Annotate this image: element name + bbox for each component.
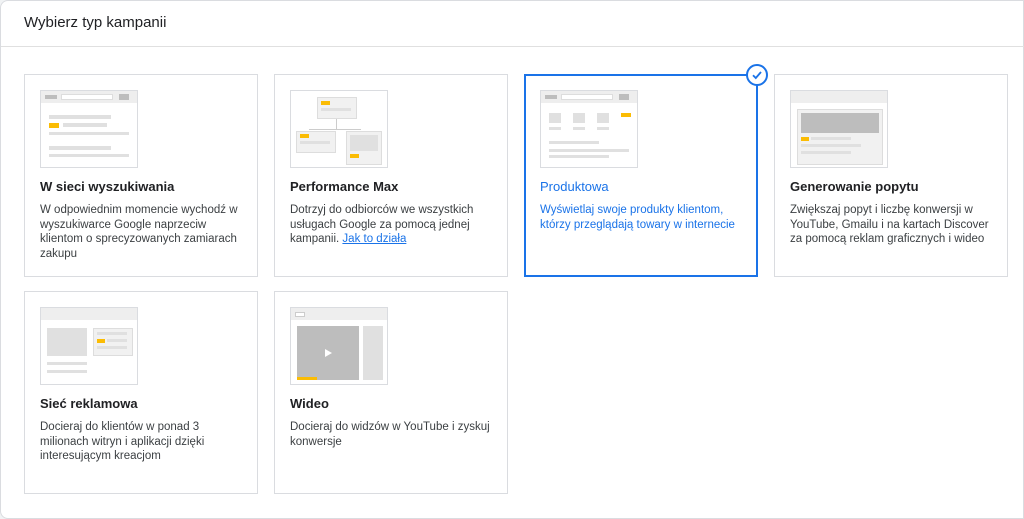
- campaign-card-demand-gen[interactable]: Generowanie popytu Zwiększaj popyt i lic…: [774, 74, 1008, 277]
- campaign-card-video[interactable]: Wideo Docieraj do widzów w YouTube i zys…: [274, 291, 508, 494]
- card-title: Sieć reklamowa: [40, 396, 138, 411]
- display-thumbnail: [40, 307, 138, 385]
- card-title: Performance Max: [290, 179, 399, 194]
- card-title: W sieci wyszukiwania: [40, 179, 175, 194]
- campaign-card-shopping[interactable]: Produktowa Wyświetlaj swoje produkty kli…: [524, 64, 768, 277]
- performance-max-thumbnail: [290, 90, 388, 168]
- card-title: Generowanie popytu: [790, 179, 919, 194]
- campaign-card-display[interactable]: Sieć reklamowa Docieraj do klientów w po…: [24, 291, 258, 494]
- card-title: Produktowa: [540, 179, 609, 194]
- card-description: Docieraj do widzów w YouTube i zyskuj ko…: [290, 421, 490, 448]
- search-thumbnail: [40, 90, 138, 168]
- demand-gen-thumbnail: [790, 90, 888, 168]
- campaign-card-performance-max[interactable]: Performance Max Dotrzyj do odbiorców we …: [274, 74, 508, 277]
- card-description: Dotrzyj do odbiorców we wszystkich usług…: [290, 204, 474, 245]
- video-thumbnail: [290, 307, 388, 385]
- card-description: W odpowiednim momencie wychodź w wyszuki…: [40, 204, 238, 260]
- card-description: Docieraj do klientów w ponad 3 milionach…: [40, 421, 205, 462]
- card-description: Wyświetlaj swoje produkty klientom, któr…: [540, 204, 735, 231]
- page-title: Wybierz typ kampanii: [24, 14, 167, 31]
- campaign-type-panel: Wybierz typ kampanii W sieci wyszukiwani…: [0, 0, 1024, 519]
- campaign-card-search[interactable]: W sieci wyszukiwania W odpowiednim momen…: [24, 74, 258, 277]
- card-title: Wideo: [290, 396, 329, 411]
- check-circle-icon: [746, 64, 768, 86]
- play-icon: [325, 349, 332, 357]
- shopping-thumbnail: [540, 90, 638, 168]
- how-it-works-link[interactable]: Jak to działa: [342, 233, 406, 245]
- panel-header: Wybierz typ kampanii: [1, 1, 1024, 47]
- card-description: Zwiększaj popyt i liczbę konwersji w You…: [790, 204, 989, 245]
